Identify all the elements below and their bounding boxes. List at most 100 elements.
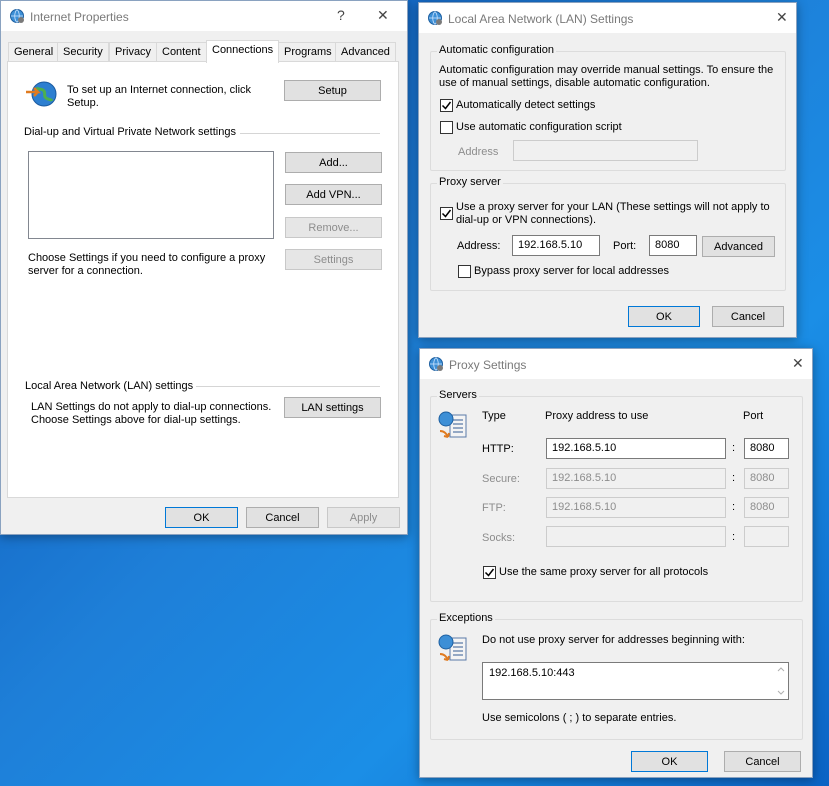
group-title: Servers: [437, 389, 479, 401]
close-button[interactable]: ✕: [792, 355, 804, 372]
scroll-arrows-icon: [777, 667, 785, 695]
tab-programs[interactable]: Programs: [278, 42, 338, 61]
auto-detect-checkbox[interactable]: [440, 99, 453, 112]
connections-list[interactable]: [28, 151, 274, 239]
secure-type-label: Secure:: [482, 473, 520, 485]
globe-gear-icon: [429, 357, 443, 371]
tab-privacy[interactable]: Privacy: [109, 42, 158, 61]
group-title: Automatic configuration: [437, 44, 556, 56]
group-title: Proxy server: [437, 176, 503, 188]
http-port-input[interactable]: 8080: [744, 438, 789, 459]
colon-separator: :: [732, 501, 736, 513]
proxy-address-input[interactable]: 192.168.5.10: [512, 235, 600, 256]
colon-separator: :: [732, 472, 736, 484]
socks-address-input[interactable]: [546, 526, 726, 547]
apply-button[interactable]: Apply: [327, 507, 400, 528]
internet-connection-icon: [26, 81, 57, 107]
port-label: Port:: [613, 240, 637, 252]
ok-button[interactable]: OK: [631, 751, 708, 772]
globe-gear-icon: [428, 11, 442, 25]
textarea-scrollbar[interactable]: [774, 663, 788, 699]
window-title: Proxy Settings: [449, 358, 527, 372]
col-port-header: Port: [743, 410, 764, 422]
proxy-hint-line1: Choose Settings if you need to configure…: [28, 252, 266, 264]
setup-text-line1: To set up an Internet connection, click: [67, 84, 252, 96]
http-type-label: HTTP:: [482, 443, 514, 455]
socks-type-label: Socks:: [482, 532, 516, 544]
http-address-input[interactable]: 192.168.5.10: [546, 438, 726, 459]
exceptions-textarea[interactable]: 192.168.5.10:443: [482, 662, 789, 700]
auto-description-line1: Automatic configuration may override man…: [439, 64, 774, 76]
group-title: Exceptions: [437, 612, 495, 624]
window-title: Internet Properties: [30, 10, 129, 24]
ftp-address-input[interactable]: 192.168.5.10: [546, 497, 726, 518]
servers-group: Servers Type Proxy address to use Port H…: [430, 389, 803, 602]
lan-section-heading: Local Area Network (LAN) settings: [25, 380, 194, 392]
add-vpn-button[interactable]: Add VPN...: [285, 184, 382, 205]
vpn-section-divider: [240, 133, 380, 134]
same-proxy-checkbox[interactable]: [483, 566, 496, 579]
exceptions-description: Do not use proxy server for addresses be…: [482, 634, 745, 646]
close-button[interactable]: ✕: [377, 7, 389, 24]
ftp-port-input[interactable]: 8080: [744, 497, 789, 518]
proxy-server-icon: [438, 411, 467, 438]
proxy-hint-line2: server for a connection.: [28, 265, 143, 277]
cancel-button[interactable]: Cancel: [712, 306, 784, 327]
script-address-label: Address: [458, 146, 499, 158]
exceptions-value: 192.168.5.10:443: [489, 667, 575, 679]
automatic-configuration-group: Automatic configuration Automatic config…: [430, 44, 786, 171]
cancel-button[interactable]: Cancel: [246, 507, 319, 528]
auto-detect-label[interactable]: Automatically detect settings: [456, 99, 595, 112]
window-title: Local Area Network (LAN) Settings: [448, 12, 634, 26]
remove-button[interactable]: Remove...: [285, 217, 382, 238]
vpn-section-heading: Dial-up and Virtual Private Network sett…: [24, 126, 236, 138]
advanced-button[interactable]: Advanced: [702, 236, 775, 257]
setup-button[interactable]: Setup: [284, 80, 381, 101]
auto-description-line2: use of manual settings, disable automati…: [439, 77, 710, 89]
settings-button[interactable]: Settings: [285, 249, 382, 270]
use-proxy-label-line2[interactable]: dial-up or VPN connections).: [456, 214, 596, 227]
proxy-server-group: Proxy server Use a proxy server for your…: [430, 176, 786, 291]
lan-settings-button[interactable]: LAN settings: [284, 397, 381, 418]
secure-port-input[interactable]: 8080: [744, 468, 789, 489]
same-proxy-label[interactable]: Use the same proxy server for all protoc…: [499, 566, 708, 579]
ok-button[interactable]: OK: [165, 507, 238, 528]
exceptions-group: Exceptions Do not use proxy server for a…: [430, 612, 803, 740]
lan-settings-window: Local Area Network (LAN) Settings ✕ Auto…: [418, 2, 797, 338]
use-proxy-label-line1[interactable]: Use a proxy server for your LAN (These s…: [456, 201, 770, 214]
ok-button[interactable]: OK: [628, 306, 700, 327]
lan-section-divider: [196, 386, 380, 387]
help-button[interactable]: ?: [337, 7, 345, 23]
colon-separator: :: [732, 442, 736, 454]
tab-general[interactable]: General: [8, 42, 60, 61]
tab-advanced[interactable]: Advanced: [335, 42, 396, 61]
title-bar[interactable]: Internet Properties ? ✕: [1, 1, 407, 31]
checkmark-icon: [441, 101, 452, 110]
tab-content[interactable]: Content: [156, 42, 207, 61]
add-button[interactable]: Add...: [285, 152, 382, 173]
auto-script-label[interactable]: Use automatic configuration script: [456, 121, 622, 134]
use-proxy-checkbox[interactable]: [440, 207, 453, 220]
script-address-field[interactable]: [513, 140, 698, 161]
ftp-type-label: FTP:: [482, 502, 506, 514]
port-input[interactable]: 8080: [649, 235, 697, 256]
semicolon-hint: Use semicolons ( ; ) to separate entries…: [482, 712, 677, 724]
tab-security[interactable]: Security: [57, 42, 109, 61]
title-bar[interactable]: Local Area Network (LAN) Settings ✕: [419, 3, 796, 33]
title-bar[interactable]: Proxy Settings ✕: [420, 349, 812, 379]
bypass-local-checkbox[interactable]: [458, 265, 471, 278]
auto-script-checkbox[interactable]: [440, 121, 453, 134]
setup-text-line2: Setup.: [67, 97, 99, 109]
bypass-local-label[interactable]: Bypass proxy server for local addresses: [474, 265, 669, 278]
checkmark-icon: [441, 209, 452, 218]
cancel-button[interactable]: Cancel: [724, 751, 801, 772]
tab-connections[interactable]: Connections: [206, 40, 280, 63]
colon-separator: :: [732, 531, 736, 543]
col-type-header: Type: [482, 410, 506, 422]
internet-properties-window: Internet Properties ? ✕ General Security…: [0, 0, 408, 535]
close-button[interactable]: ✕: [776, 9, 788, 26]
socks-port-input[interactable]: [744, 526, 789, 547]
proxy-address-label: Address:: [457, 240, 501, 252]
col-address-header: Proxy address to use: [545, 410, 649, 422]
secure-address-input[interactable]: 192.168.5.10: [546, 468, 726, 489]
